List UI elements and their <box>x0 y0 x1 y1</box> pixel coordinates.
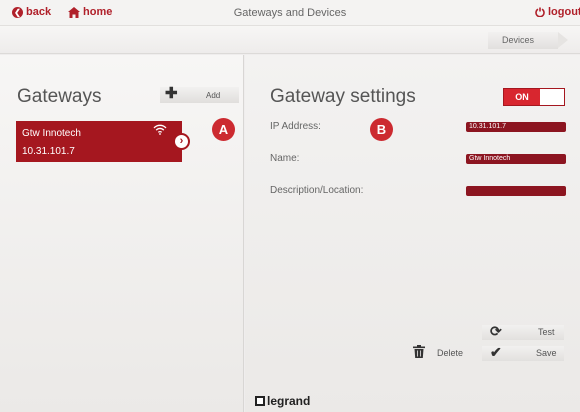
chevron-right-icon[interactable]: › <box>173 133 190 150</box>
callout-marker-a: A <box>212 118 235 141</box>
checkmark-icon: ✔ <box>490 344 502 360</box>
power-icon <box>535 7 545 17</box>
gateways-panel: Gateways ✚ Add Gtw Innotech 10.31.101.7 … <box>0 55 244 412</box>
devices-tab[interactable]: Devices <box>488 32 568 49</box>
legrand-logo-mark <box>255 396 265 406</box>
test-button[interactable]: ⟳ Test <box>482 323 564 340</box>
legrand-logo-text: legrand <box>267 394 311 408</box>
plus-icon: ✚ <box>165 85 178 102</box>
delete-label: Delete <box>437 348 464 358</box>
gateway-list-item[interactable]: Gtw Innotech 10.31.101.7 › <box>16 121 190 162</box>
description-label: Description/Location: <box>270 185 364 196</box>
name-label: Name: <box>270 153 300 164</box>
gateway-settings-panel: Gateway settings ON B IP Address: 10.31.… <box>245 55 580 412</box>
add-label: Add <box>206 91 221 100</box>
name-field[interactable]: Gtw Innotech <box>466 154 566 164</box>
toggle-on-label: ON <box>504 89 540 105</box>
sub-bar: Devices <box>0 26 580 54</box>
refresh-icon: ⟳ <box>490 323 502 339</box>
gateway-ip: 10.31.101.7 <box>22 146 75 157</box>
add-gateway-button[interactable]: ✚ Add <box>160 85 239 103</box>
save-button[interactable]: ✔ Save <box>482 344 564 361</box>
legrand-logo: legrand <box>255 394 310 408</box>
delete-button[interactable]: Delete <box>437 346 477 361</box>
gateway-name: Gtw Innotech <box>22 128 81 139</box>
settings-heading: Gateway settings <box>270 86 416 107</box>
page-title: Gateways and Devices <box>233 7 347 19</box>
gateways-heading: Gateways <box>17 86 102 107</box>
enabled-toggle[interactable]: ON <box>503 88 565 106</box>
ip-address-field[interactable]: 10.31.101.7 <box>466 122 566 132</box>
callout-marker-b: B <box>370 118 393 141</box>
ip-address-label: IP Address: <box>270 121 321 132</box>
description-field[interactable] <box>466 186 566 196</box>
top-bar: ❮ back home Gateways and Devices logout <box>0 0 580 26</box>
save-label: Save <box>536 348 557 358</box>
test-label: Test <box>538 327 555 337</box>
logout-label: logout <box>548 6 580 18</box>
wifi-icon <box>153 124 167 135</box>
logout-button[interactable]: logout <box>535 6 580 18</box>
trash-icon[interactable] <box>413 345 425 358</box>
